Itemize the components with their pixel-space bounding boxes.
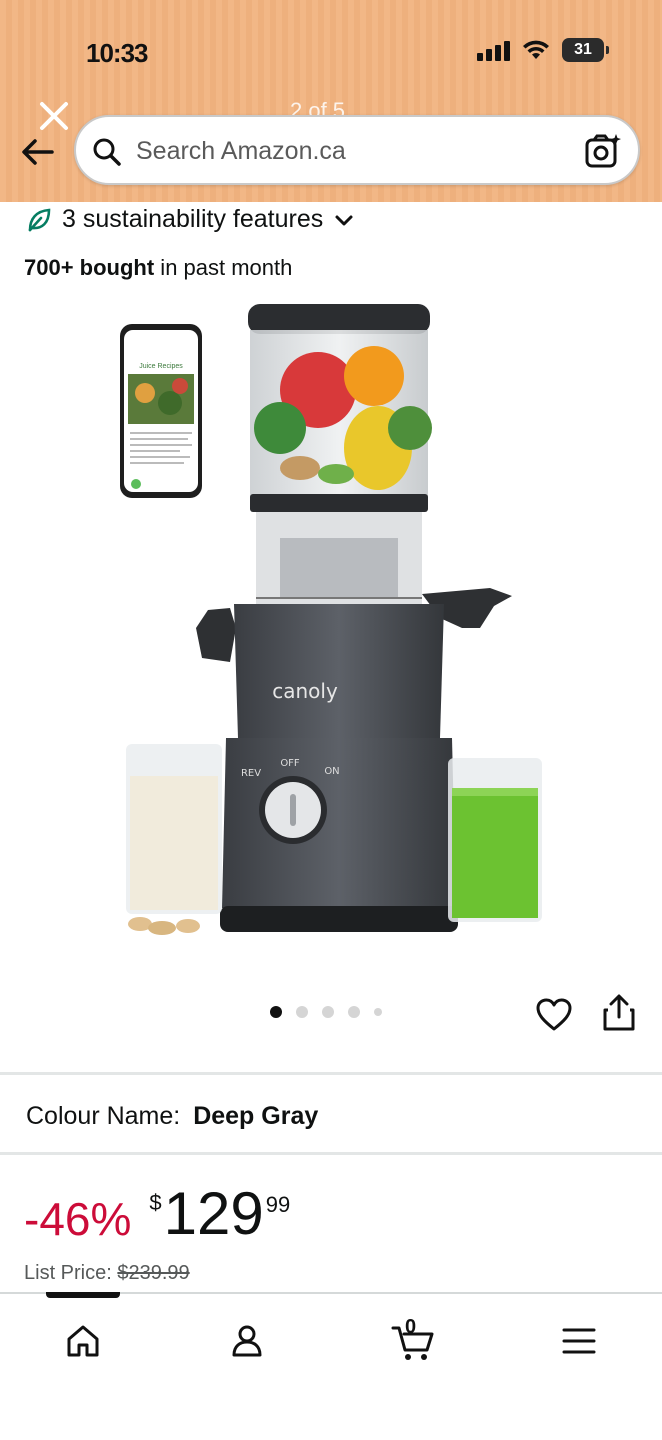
colour-label: Colour Name: — [26, 1102, 181, 1130]
colour-value: Deep Gray — [193, 1102, 319, 1130]
back-arrow-icon[interactable] — [18, 132, 58, 172]
bought-count: 700+ bought in past month — [24, 255, 292, 281]
cellular-signal-icon — [477, 39, 510, 61]
bought-suffix: in past month — [154, 255, 293, 280]
list-price-label: List Price: — [24, 1262, 112, 1284]
home-icon — [67, 1325, 99, 1357]
sustainability-link[interactable]: 3 sustainability features — [26, 205, 355, 234]
nav-account[interactable] — [222, 1316, 272, 1366]
account-icon — [232, 1325, 262, 1357]
carousel-dot[interactable] — [348, 1006, 360, 1018]
nav-cart[interactable]: 0 — [388, 1316, 438, 1366]
phone-app-image: Juice Recipes — [120, 324, 202, 498]
status-icons: 31 — [477, 38, 609, 62]
search-input[interactable] — [136, 133, 576, 169]
carousel-dot[interactable] — [296, 1006, 308, 1018]
price-fraction: 99 — [265, 1192, 291, 1217]
colour-selection[interactable]: Colour Name: Deep Gray — [26, 1102, 318, 1131]
close-icon[interactable] — [34, 96, 74, 136]
list-price-value: $239.99 — [117, 1262, 190, 1284]
heart-icon[interactable] — [534, 995, 574, 1035]
active-tab-indicator — [46, 1292, 120, 1298]
carousel-dot-active[interactable] — [270, 1006, 282, 1018]
divider — [0, 1152, 662, 1155]
green-juice-glass — [448, 758, 542, 922]
knob-label-off: OFF — [280, 758, 300, 769]
menu-icon — [562, 1328, 596, 1354]
price-whole: 129 — [163, 1180, 264, 1247]
wifi-icon — [523, 40, 549, 59]
phone-heading: Juice Recipes — [139, 363, 183, 370]
divider — [0, 1072, 662, 1075]
price-block: -46% $ 129 99 — [24, 1182, 290, 1246]
battery-icon: 31 — [562, 38, 609, 62]
header: 10:33 31 2 of 5 — [0, 0, 662, 202]
leaf-icon — [28, 208, 51, 231]
knob-label-rev: REV — [241, 768, 261, 779]
carousel-dots — [270, 1006, 382, 1018]
price-currency: $ — [149, 1190, 162, 1215]
cart-count: 0 — [405, 1316, 417, 1338]
juicer-body: canoly REV OFF ON — [220, 604, 458, 932]
milk-glass — [126, 744, 222, 935]
bottom-nav: 0 — [0, 1292, 662, 1440]
brand-label: canoly — [272, 679, 338, 703]
sustainability-text: 3 sustainability features — [62, 205, 324, 233]
nav-home[interactable] — [58, 1316, 108, 1366]
carousel-dot[interactable] — [322, 1006, 334, 1018]
discount-percent: -46% — [24, 1193, 132, 1245]
juicer-hopper — [248, 304, 432, 512]
carousel-dot[interactable] — [374, 1008, 382, 1016]
camera-search-icon[interactable] — [584, 132, 622, 170]
status-time: 10:33 — [86, 38, 148, 68]
nav-menu[interactable] — [554, 1316, 604, 1366]
list-price: List Price: $239.99 — [24, 1262, 190, 1285]
knob-label-on: ON — [324, 766, 339, 777]
product-image[interactable]: Juice Recipes canoly REV OFF ON — [110, 298, 550, 948]
chevron-down-icon — [335, 215, 353, 225]
share-icon[interactable] — [600, 993, 638, 1033]
bought-number: 700+ bought — [24, 255, 155, 280]
search-icon — [93, 138, 121, 166]
search-bar[interactable] — [74, 115, 640, 185]
